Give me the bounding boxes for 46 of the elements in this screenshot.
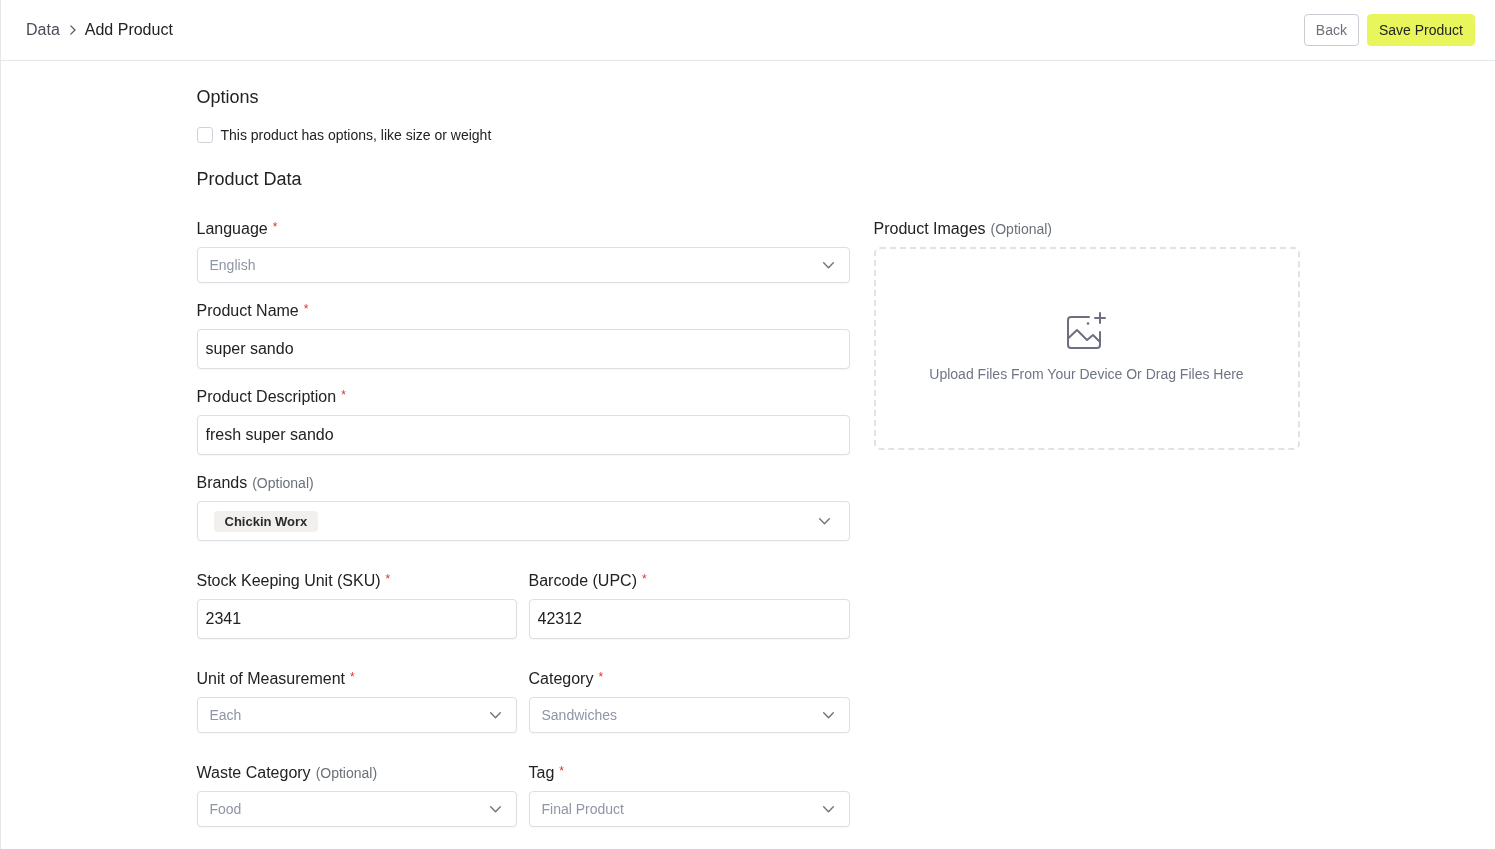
multiselect-field[interactable]: Chickin Worx	[196, 501, 850, 541]
field-label: Product Images	[873, 219, 986, 239]
field-label: Tag	[528, 763, 555, 783]
upload-dropzone[interactable]: Upload Files From Your Device Or Drag Files Here	[873, 247, 1300, 450]
image-add-icon	[1066, 312, 1107, 350]
tag-chip: Chickin Worx	[213, 510, 319, 532]
checkbox[interactable]	[196, 127, 213, 143]
required-asterisk: *	[559, 763, 564, 780]
chevron-down-icon	[818, 517, 830, 525]
chevron-down-icon	[822, 261, 834, 269]
breadcrumb-link[interactable]: Data	[26, 18, 60, 42]
field-label: Product Description	[196, 387, 337, 407]
required-asterisk: *	[598, 669, 604, 686]
field-label: Category	[528, 669, 594, 689]
field-label: Stock Keeping Unit (SKU)	[196, 571, 381, 591]
text-field[interactable]: 42312	[528, 599, 850, 639]
field-label: Waste Category	[196, 763, 311, 783]
checkbox-label: This product has options, like size or weight	[220, 125, 492, 145]
required-asterisk: *	[350, 669, 355, 686]
upload-hint: Upload Files From Your Device Or Drag Files Here	[929, 365, 1244, 384]
field-label: Product Name	[196, 301, 299, 321]
required-asterisk: *	[341, 387, 346, 404]
required-asterisk: *	[642, 571, 647, 588]
chevron-down-icon	[489, 711, 501, 719]
required-asterisk: *	[303, 301, 309, 318]
section-heading: Product Data	[196, 168, 303, 190]
optional-note: (Optional)	[990, 220, 1053, 239]
chevron-down-icon	[822, 805, 834, 813]
field-label: Barcode (UPC)	[528, 571, 637, 591]
save-button[interactable]: Save Product	[1366, 14, 1475, 46]
optional-note: (Optional)	[252, 474, 314, 493]
required-asterisk: *	[385, 571, 391, 588]
back-button[interactable]: Back	[1303, 14, 1359, 46]
field-label: Unit of Measurement	[196, 669, 345, 689]
field-label: Brands	[196, 473, 248, 493]
text-field[interactable]: super sando	[196, 329, 850, 369]
breadcrumb-current: Add Product	[84, 20, 173, 40]
chevron-right-icon	[69, 25, 76, 35]
text-field[interactable]: 2341	[196, 599, 517, 639]
optional-note: (Optional)	[315, 764, 378, 783]
section-heading: Options	[196, 86, 260, 108]
required-asterisk: *	[272, 219, 278, 236]
chevron-down-icon	[489, 805, 501, 813]
chevron-down-icon	[822, 711, 834, 719]
text-field[interactable]: fresh super sando	[196, 415, 850, 455]
field-label: Language	[196, 219, 268, 239]
